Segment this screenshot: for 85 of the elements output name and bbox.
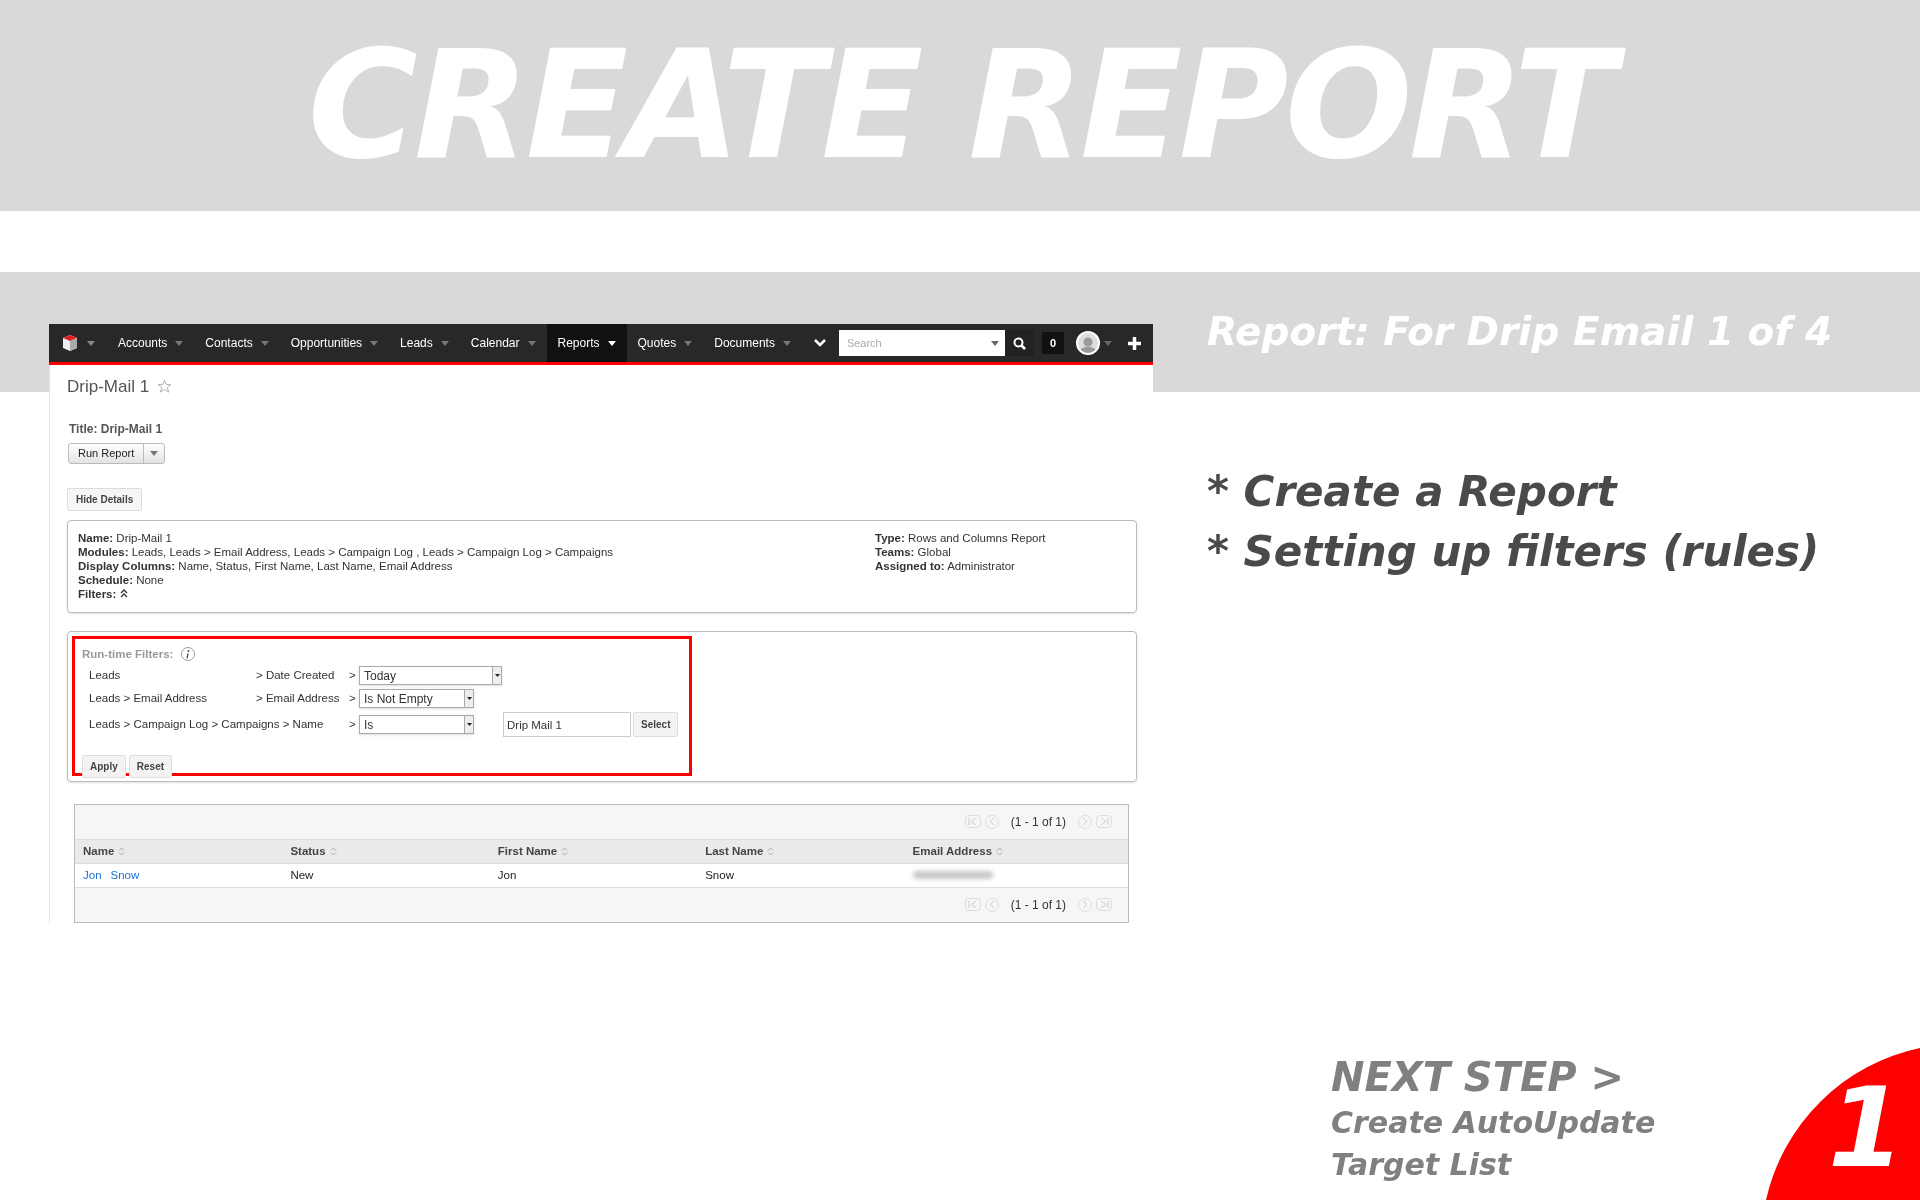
column-header[interactable]: Email Address [912,842,993,860]
detail-field: Display Columns: Name, Status, First Name, Last Name, Email Address [78,558,875,573]
filter-module: Leads > Email Address [89,690,208,706]
separator-text: > [349,716,357,732]
select-button[interactable]: Select [633,712,679,737]
bullet-point: * Setting up filters (rules) [1207,526,1821,578]
sort-icon[interactable] [996,846,1004,856]
pagination-count: (1 - 1 of 1) [1010,813,1066,831]
caret-icon [175,340,184,346]
step-number: 1 [1828,1063,1906,1194]
filter-field: > Email Address [256,689,340,708]
apply-button[interactable]: Apply [82,755,126,778]
detail-field: Name: Drip-Mail 1 [78,530,875,545]
column-header[interactable]: Last Name [705,842,764,860]
table-cell-text: New [290,867,315,883]
caret-icon [1104,340,1112,346]
detail-field: Teams: Global [875,544,1046,559]
column-header[interactable]: First Name [497,842,558,860]
cube-logo-icon[interactable] [61,334,79,352]
filters-title: Run-time Filters: [82,646,174,662]
caret-icon [466,723,472,726]
search-button[interactable] [1004,330,1034,356]
record-title: Drip-Mail 1 [67,376,150,398]
caret-icon [150,450,159,456]
separator-text: > [349,667,357,683]
nav-tab[interactable]: Reports [546,324,627,362]
next-step-text: Create AutoUpdate [1331,1104,1656,1142]
bullet-point: * Create a Report [1207,466,1619,518]
caret-icon [260,340,269,346]
separator-text: > [349,690,357,706]
operator-dropdown[interactable]: Is Not Empty [359,689,474,708]
nav-tab[interactable]: Quotes [626,324,704,362]
nav-tab[interactable]: Leads [389,324,460,362]
nav-tab[interactable]: Contacts [194,324,280,362]
caret-icon [440,340,449,346]
sort-icon[interactable] [118,846,126,856]
search-field[interactable]: Search [838,330,1005,356]
column-header[interactable]: Name [83,842,115,860]
search-icon [1012,336,1026,350]
caret-icon [527,340,536,346]
avatar-icon[interactable] [1076,331,1100,355]
caret-icon [607,340,616,346]
operator-dropdown[interactable]: Today [359,666,502,685]
next-step-text: Target List [1331,1146,1512,1184]
nav-tab[interactable]: Calendar [459,324,547,362]
detail-label: Filters: [78,586,117,601]
table-cell-text: Snow [705,867,735,883]
first-page-icon[interactable] [964,815,981,829]
last-page-icon[interactable] [1096,898,1112,912]
detail-field: Schedule: None [78,572,875,587]
table-cell-text: Jon [497,867,518,883]
notification-count[interactable]: 0 [1041,332,1064,354]
favorite-star-icon[interactable] [157,379,173,395]
first-page-icon[interactable] [964,898,981,912]
reset-button[interactable]: Reset [128,755,173,778]
filter-field: > Date Created [256,666,335,685]
detail-field: Assigned to: Administrator [875,558,1046,573]
caret-icon [494,674,500,677]
next-step-heading: NEXT STEP > [1331,1053,1625,1102]
collapse-up-icon[interactable] [120,589,129,599]
caret-icon [87,340,95,346]
nav-tab[interactable]: Documents [703,324,802,362]
pagination-count: (1 - 1 of 1) [1010,896,1066,914]
caret-icon [466,697,472,700]
value-input[interactable]: Drip Mail 1 [503,712,631,737]
caret-icon [990,341,999,346]
filter-module: Leads > Campaign Log > Campaigns > Name [89,716,324,732]
sort-icon[interactable] [561,846,569,856]
hide-details-button[interactable]: Hide Details [67,487,143,511]
operator-dropdown[interactable]: Is [359,715,474,734]
name-link[interactable]: Snow [110,866,140,884]
caret-icon [370,340,379,346]
name-link[interactable]: Jon [83,866,102,884]
report-title: Title: Drip-Mail 1 [69,420,164,438]
last-page-icon[interactable] [1096,815,1112,829]
caret-icon [684,340,693,346]
column-header[interactable]: Status [290,842,326,860]
caret-icon [782,340,791,346]
detail-field: Type: Rows and Columns Report [875,530,1046,545]
nav-tab[interactable]: Accounts [107,324,195,362]
sort-icon[interactable] [329,846,337,856]
sort-icon[interactable] [767,846,775,856]
detail-field: Modules: Leads, Leads > Email Address, Leads > Campaign Log , Leads > Campaign Log > Campaigns [78,544,875,559]
filter-module: Leads [89,667,122,683]
nav-tab[interactable]: Opportunities [279,324,390,362]
